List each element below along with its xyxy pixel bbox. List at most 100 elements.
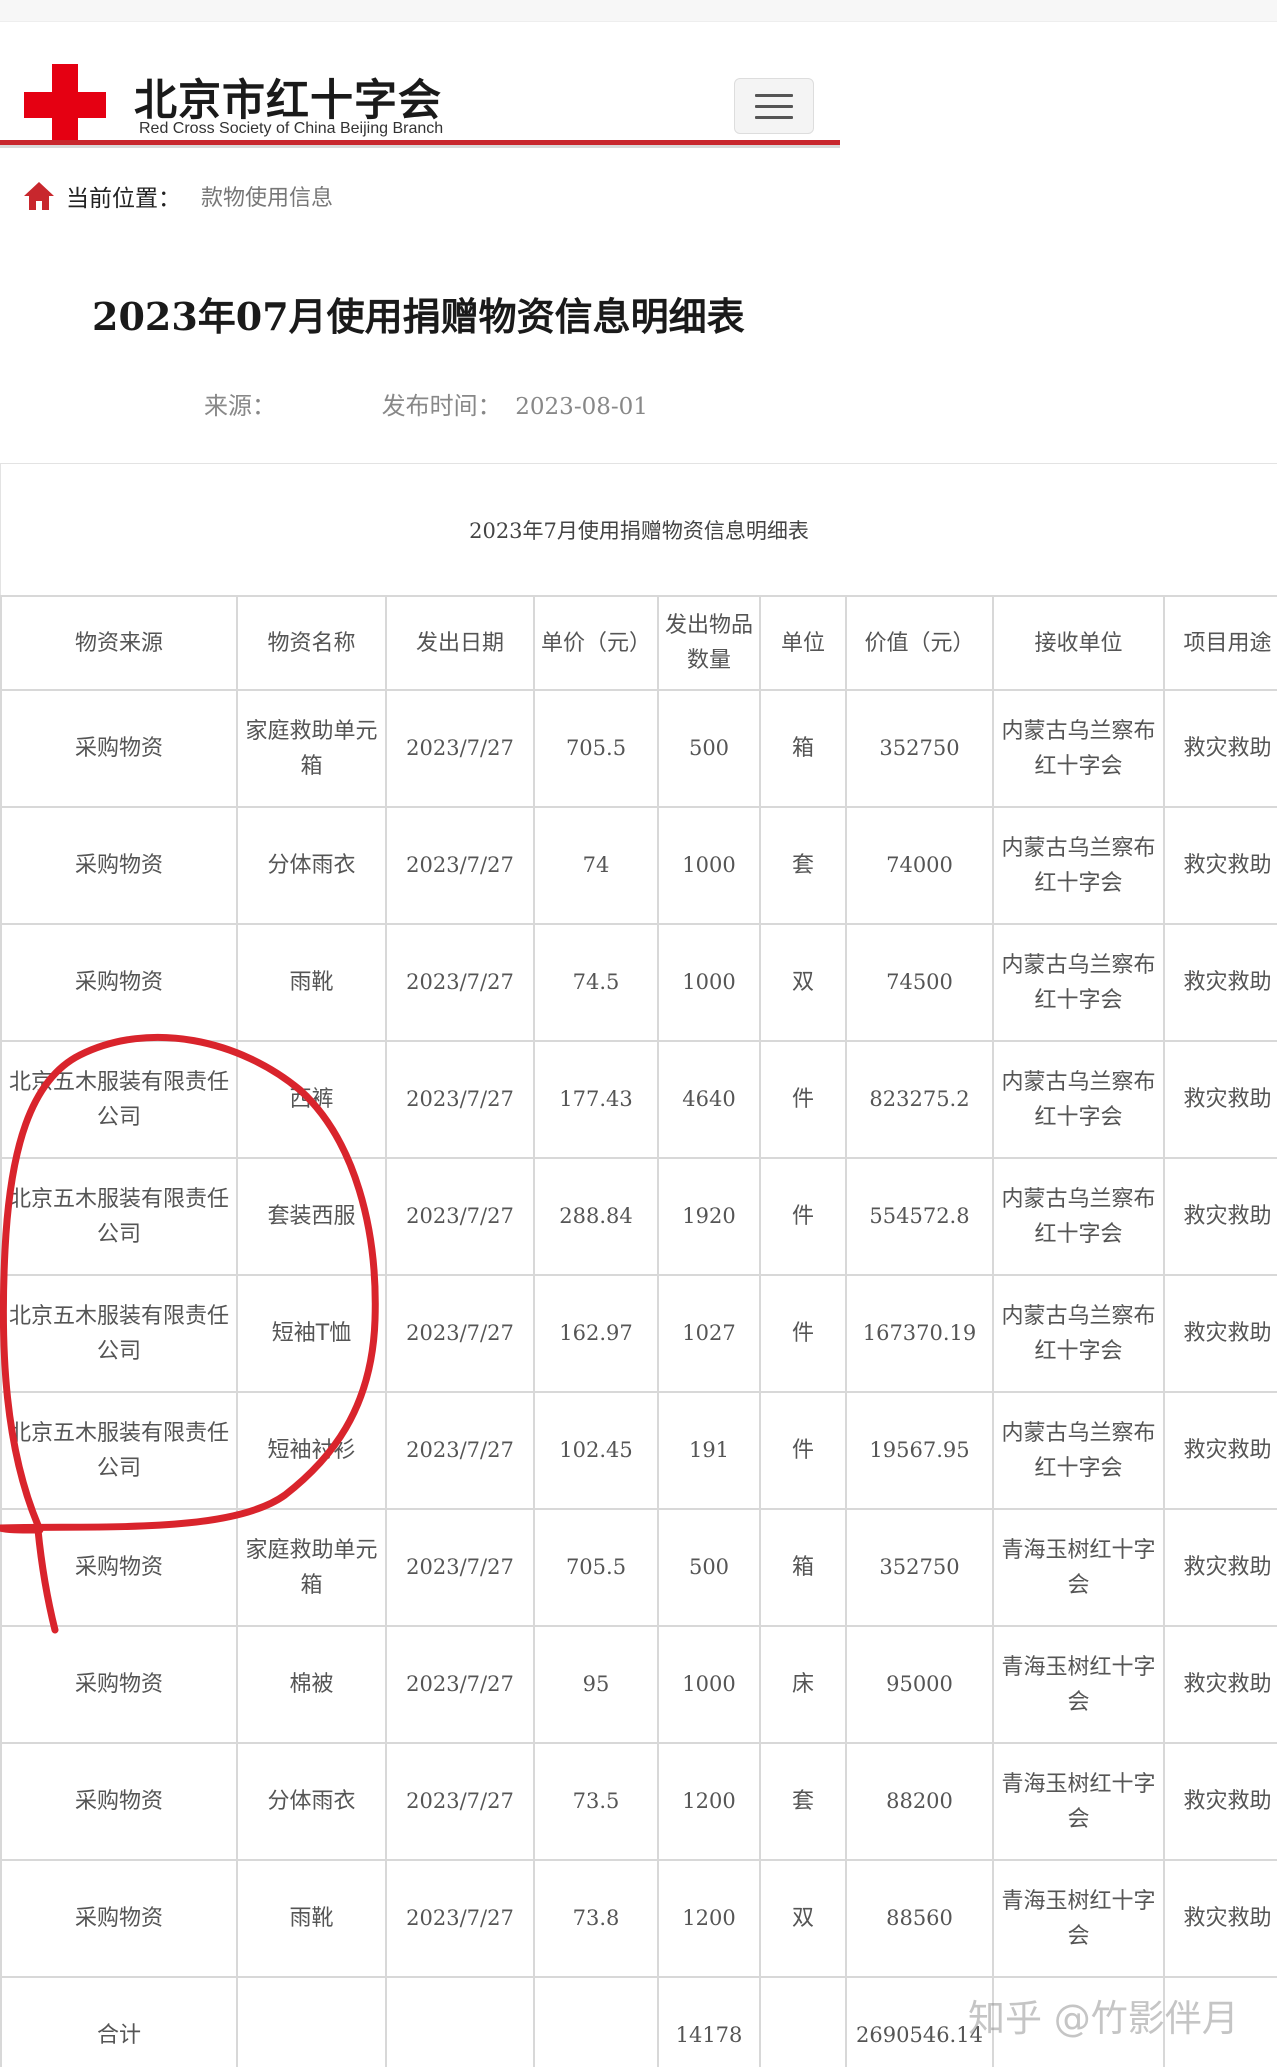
table-cell: 双 — [759, 1859, 847, 1978]
table-cell: 352750 — [845, 689, 994, 808]
table-cell: 74 — [533, 806, 659, 925]
table-cell: 青海玉树红十字会 — [992, 1625, 1165, 1744]
column-header: 单位 — [759, 595, 847, 691]
table-cell: 救灾救助 — [1163, 923, 1277, 1042]
hamburger-menu-icon[interactable] — [734, 78, 814, 134]
page-title: 2023年07月使用捐赠物资信息明细表 — [92, 294, 745, 339]
table-cell: 内蒙古乌兰察布红十字会 — [992, 1040, 1165, 1159]
table-cell: 救灾救助 — [1163, 1742, 1277, 1861]
table-cell: 2023/7/27 — [385, 1859, 535, 1978]
table-cell: 2023/7/27 — [385, 1742, 535, 1861]
table-cell: 288.84 — [533, 1157, 659, 1276]
column-header: 物资来源 — [0, 595, 238, 691]
table-cell: 北京五木服装有限责任公司 — [0, 1157, 238, 1276]
table-cell: 2023/7/27 — [385, 1508, 535, 1627]
column-header: 发出日期 — [385, 595, 535, 691]
table-cell: 74.5 — [533, 923, 659, 1042]
table-row: 采购物资 分体雨衣 2023/7/27 74 1000 套 74000 内蒙古乌兰察布红十字会… — [0, 806, 1277, 925]
publish-date: 2023-08-01 — [515, 394, 648, 420]
table-cell: 套 — [759, 1742, 847, 1861]
table-cell: 采购物资 — [0, 1742, 238, 1861]
table-cell: 家庭救助单元箱 — [236, 689, 387, 808]
table-cell: 套 — [759, 806, 847, 925]
org-name-cn[interactable]: 北京市红十字会 — [134, 66, 442, 128]
table-cell: 1000 — [657, 923, 761, 1042]
table-cell: 2023/7/27 — [385, 923, 535, 1042]
table-cell: 2023/7/27 — [385, 1625, 535, 1744]
table-cell: 2023/7/27 — [385, 1274, 535, 1393]
table-cell: 95 — [533, 1625, 659, 1744]
table-row: 北京五木服装有限责任公司 短袖衬衫 2023/7/27 102.45 191 件 19567… — [0, 1391, 1277, 1510]
table-cell: 内蒙古乌兰察布红十字会 — [992, 923, 1165, 1042]
table-cell: 棉被 — [236, 1625, 387, 1744]
table-caption-box: 2023年7月使用捐赠物资信息明细表 — [0, 464, 1277, 595]
table-cell: 4640 — [657, 1040, 761, 1159]
table-cell: 青海玉树红十字会 — [992, 1859, 1165, 1978]
table-row: 北京五木服装有限责任公司 西裤 2023/7/27 177.43 4640 件 823275… — [0, 1040, 1277, 1159]
table-cell: 73.8 — [533, 1859, 659, 1978]
column-header: 发出物品数量 — [657, 595, 761, 691]
table-cell: 1200 — [657, 1742, 761, 1861]
column-header: 接收单位 — [992, 595, 1165, 691]
table-cell: 19567.95 — [845, 1391, 994, 1510]
total-cell: 14178 — [657, 1976, 761, 2067]
table-cell: 1200 — [657, 1859, 761, 1978]
table-cell: 北京五木服装有限责任公司 — [0, 1274, 238, 1393]
table-cell: 北京五木服装有限责任公司 — [0, 1040, 238, 1159]
table-cell: 705.5 — [533, 1508, 659, 1627]
breadcrumb-current[interactable]: 款物使用信息 — [201, 180, 333, 212]
source-label: 来源： — [204, 392, 276, 420]
table-cell: 救灾救助 — [1163, 1040, 1277, 1159]
column-header: 物资名称 — [236, 595, 387, 691]
table-cell: 162.97 — [533, 1274, 659, 1393]
table-cell: 箱 — [759, 689, 847, 808]
breadcrumb: 当前位置： 款物使用信息 — [22, 176, 333, 216]
table-cell: 554572.8 — [845, 1157, 994, 1276]
header-shadow — [0, 145, 840, 148]
table-cell: 2023/7/27 — [385, 806, 535, 925]
publish-label: 发布时间： — [381, 392, 502, 420]
table-cell: 救灾救助 — [1163, 806, 1277, 925]
table-row: 采购物资 家庭救助单元箱 2023/7/27 705.5 500 箱 352750 青海玉树红… — [0, 1508, 1277, 1627]
table-row: 采购物资 家庭救助单元箱 2023/7/27 705.5 500 箱 352750 内蒙古乌兰… — [0, 689, 1277, 808]
table-cell: 1000 — [657, 1625, 761, 1744]
table-cell: 救灾救助 — [1163, 1391, 1277, 1510]
total-cell — [533, 1976, 659, 2067]
table-cell: 88200 — [845, 1742, 994, 1861]
browser-top-strip — [0, 0, 1277, 22]
table-cell: 北京五木服装有限责任公司 — [0, 1391, 238, 1510]
table-cell: 采购物资 — [0, 1859, 238, 1978]
table-cell: 雨靴 — [236, 923, 387, 1042]
table-cell: 分体雨衣 — [236, 806, 387, 925]
total-cell — [385, 1976, 535, 2067]
table-cell: 2023/7/27 — [385, 1157, 535, 1276]
table-cell: 内蒙古乌兰察布红十字会 — [992, 1391, 1165, 1510]
home-icon — [24, 182, 54, 210]
red-cross-logo-icon[interactable] — [24, 64, 106, 146]
table-cell: 短袖衬衫 — [236, 1391, 387, 1510]
site-header: 北京市红十字会 Red Cross Society of China Beiji… — [0, 22, 840, 146]
table-cell: 套装西服 — [236, 1157, 387, 1276]
zhihu-watermark: 知乎 @竹影伴月 — [968, 1997, 1239, 2040]
table-cell: 救灾救助 — [1163, 1157, 1277, 1276]
table-row: 北京五木服装有限责任公司 套装西服 2023/7/27 288.84 1920 件 5545… — [0, 1157, 1277, 1276]
table-cell: 件 — [759, 1391, 847, 1510]
total-cell — [759, 1976, 847, 2067]
table-cell: 家庭救助单元箱 — [236, 1508, 387, 1627]
column-header: 项目用途 — [1163, 595, 1277, 691]
table-cell: 500 — [657, 689, 761, 808]
table-cell: 青海玉树红十字会 — [992, 1508, 1165, 1627]
table-cell: 箱 — [759, 1508, 847, 1627]
column-header: 单价（元） — [533, 595, 659, 691]
table-cell: 内蒙古乌兰察布红十字会 — [992, 1274, 1165, 1393]
table-cell: 2023/7/27 — [385, 689, 535, 808]
table-cell: 青海玉树红十字会 — [992, 1742, 1165, 1861]
table-cell: 74500 — [845, 923, 994, 1042]
table-cell: 74000 — [845, 806, 994, 925]
breadcrumb-label: 当前位置： — [66, 186, 181, 212]
table-cell: 采购物资 — [0, 1508, 238, 1627]
table-cell: 床 — [759, 1625, 847, 1744]
table-cell: 短袖T恤 — [236, 1274, 387, 1393]
table-cell: 雨靴 — [236, 1859, 387, 1978]
table-cell: 88560 — [845, 1859, 994, 1978]
